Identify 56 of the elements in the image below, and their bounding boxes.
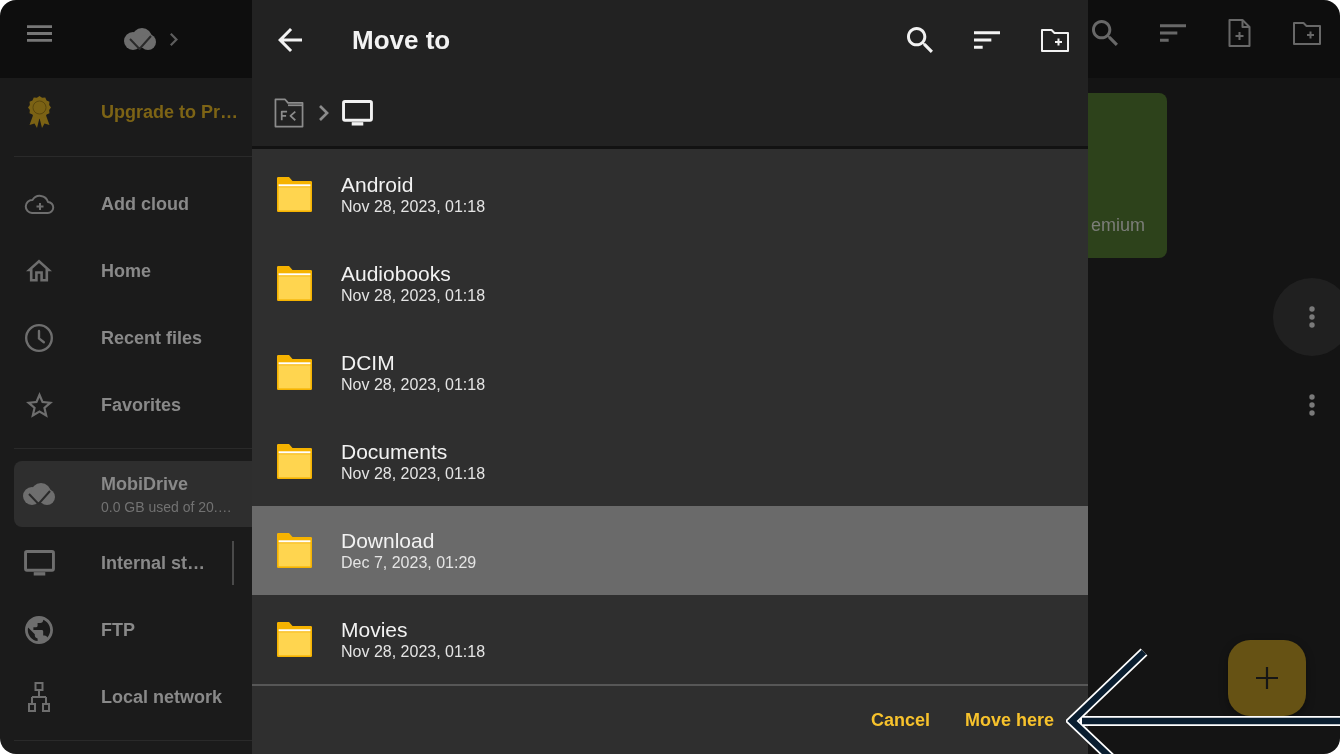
banner-text: emium [1091,214,1145,236]
sidebar-item[interactable]: Add cloud [14,170,252,237]
sidebar-item[interactable]: Internal st… [14,529,252,596]
chevron-right-icon [319,105,329,121]
folder-row[interactable]: Documents Nov 28, 2023, 01:18 [252,417,1088,506]
folder-icon [277,622,312,657]
sidebar-item[interactable]: Local network [14,663,252,730]
sidebar-item[interactable]: Favorites [14,371,252,438]
folder-row[interactable]: DCIM Nov 28, 2023, 01:18 [252,328,1088,417]
add-button[interactable] [1228,640,1306,716]
folder-icon [277,266,312,301]
modified-date: Nov 28, 2023, 01:18 [341,463,486,484]
more-vert-icon[interactable] [1309,394,1315,416]
new-file-icon[interactable] [1228,19,1251,47]
banner-card[interactable]: emium [1088,93,1167,258]
storage-usage-text: 0.0 GB used of 20.… [101,497,232,516]
folder-row[interactable]: Android Nov 28, 2023, 01:18 [252,150,1088,239]
monitor-icon[interactable] [342,100,373,126]
folder-row[interactable]: Movies Nov 28, 2023, 01:18 [252,595,1088,684]
modified-date: Nov 28, 2023, 01:18 [341,641,486,662]
star-icon [25,391,53,418]
network-icon [28,681,50,712]
modified-date: Nov 28, 2023, 01:18 [341,285,486,306]
search-icon[interactable] [907,27,933,53]
folder-icon [277,355,312,390]
award-badge-icon [27,96,51,128]
globe-icon [25,615,53,644]
add-cloud-icon [23,192,55,215]
modified-date: Nov 28, 2023, 01:18 [341,374,486,395]
folder-row[interactable]: Download Dec 7, 2023, 01:29 [252,506,1088,595]
cloud-icon [124,28,156,50]
more-vert-icon [1309,306,1315,328]
dialog-title: Move to [352,24,451,56]
sidebar-item[interactable]: MobiDrive 0.0 GB used of 20.… [14,461,252,527]
modified-date: Nov 28, 2023, 01:18 [341,196,486,217]
cloud-icon [23,483,55,505]
move-here-button[interactable]: Move here [964,699,1054,741]
upgrade-item[interactable]: Upgrade to Pr… [14,78,252,146]
cancel-button[interactable]: Cancel [870,699,930,741]
folder-icon [277,533,312,568]
clock-icon [25,323,53,352]
sidebar-item[interactable]: Home [14,237,252,304]
folder-row[interactable]: Audiobooks Nov 28, 2023, 01:18 [252,239,1088,328]
modified-date: Dec 7, 2023, 01:29 [341,552,477,573]
plus-icon [1256,667,1278,689]
menu-icon[interactable] [27,24,52,42]
monitor-icon [23,549,55,576]
folder-icon [277,177,312,212]
home-icon [26,259,52,282]
sort-icon[interactable] [974,31,1000,49]
folder-icon [277,444,312,479]
sidebar-item[interactable]: FTP [14,596,252,663]
chevron-right-icon [170,32,178,46]
sidebar-item[interactable]: Recent files [14,304,252,371]
folder-logo-icon[interactable] [274,98,304,128]
back-arrow-icon[interactable] [278,28,302,52]
